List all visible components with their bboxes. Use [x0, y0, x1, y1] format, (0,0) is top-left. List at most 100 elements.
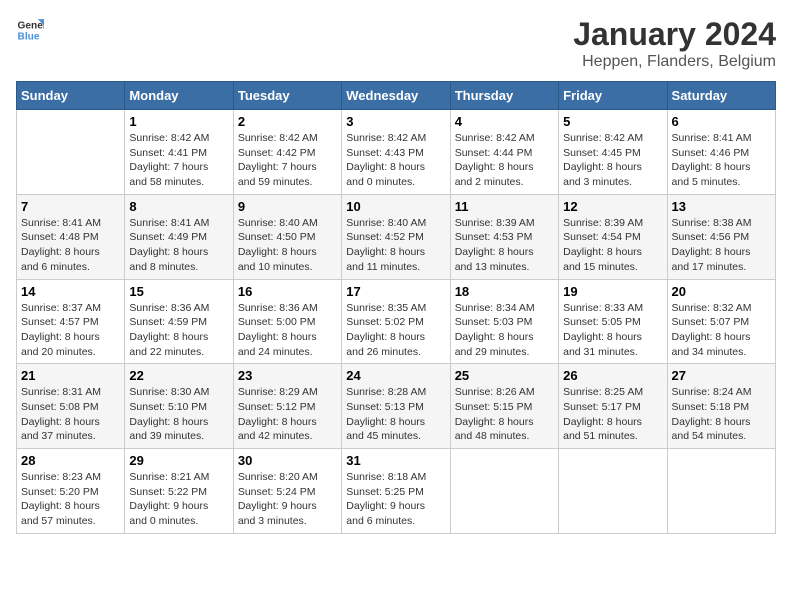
weekday-header-cell: Thursday	[450, 82, 558, 110]
day-number: 3	[346, 114, 445, 129]
weekday-header-cell: Tuesday	[233, 82, 341, 110]
day-number: 7	[21, 199, 120, 214]
calendar-cell: 8 Sunrise: 8:41 AM Sunset: 4:49 PM Daylig…	[125, 194, 233, 279]
weekday-header-cell: Saturday	[667, 82, 775, 110]
weekday-header-cell: Wednesday	[342, 82, 450, 110]
calendar-cell: 15Sunrise: 8:36 AM Sunset: 4:59 PM Dayli…	[125, 279, 233, 364]
day-number: 9	[238, 199, 337, 214]
day-number: 31	[346, 453, 445, 468]
day-number: 16	[238, 284, 337, 299]
calendar-cell: 5 Sunrise: 8:42 AM Sunset: 4:45 PM Daylig…	[559, 110, 667, 195]
calendar-cell: 17Sunrise: 8:35 AM Sunset: 5:02 PM Dayli…	[342, 279, 450, 364]
calendar-cell	[667, 449, 775, 534]
day-detail: Sunrise: 8:24 AM Sunset: 5:18 PM Dayligh…	[672, 385, 771, 444]
day-detail: Sunrise: 8:40 AM Sunset: 4:50 PM Dayligh…	[238, 216, 337, 275]
day-detail: Sunrise: 8:41 AM Sunset: 4:49 PM Dayligh…	[129, 216, 228, 275]
calendar-cell: 12 Sunrise: 8:39 AM Sunset: 4:54 PM Dayli…	[559, 194, 667, 279]
calendar-week-row: 7 Sunrise: 8:41 AM Sunset: 4:48 PM Daylig…	[17, 194, 776, 279]
calendar-cell: 9 Sunrise: 8:40 AM Sunset: 4:50 PM Daylig…	[233, 194, 341, 279]
day-number: 10	[346, 199, 445, 214]
calendar-cell: 27 Sunrise: 8:24 AM Sunset: 5:18 PM Dayli…	[667, 364, 775, 449]
day-number: 22	[129, 368, 228, 383]
calendar-cell: 18 Sunrise: 8:34 AM Sunset: 5:03 PM Dayli…	[450, 279, 558, 364]
day-number: 23	[238, 368, 337, 383]
day-detail: Sunrise: 8:34 AM Sunset: 5:03 PM Dayligh…	[455, 301, 554, 360]
logo-icon: General Blue	[16, 16, 44, 44]
day-detail: Sunrise: 8:29 AM Sunset: 5:12 PM Dayligh…	[238, 385, 337, 444]
day-number: 18	[455, 284, 554, 299]
calendar-cell: 23 Sunrise: 8:29 AM Sunset: 5:12 PM Dayli…	[233, 364, 341, 449]
day-number: 1	[129, 114, 228, 129]
day-detail: Sunrise: 8:25 AM Sunset: 5:17 PM Dayligh…	[563, 385, 662, 444]
day-detail: Sunrise: 8:39 AM Sunset: 4:53 PM Dayligh…	[455, 216, 554, 275]
day-detail: Sunrise: 8:42 AM Sunset: 4:45 PM Dayligh…	[563, 131, 662, 190]
day-detail: Sunrise: 8:42 AM Sunset: 4:42 PM Dayligh…	[238, 131, 337, 190]
day-detail: Sunrise: 8:40 AM Sunset: 4:52 PM Dayligh…	[346, 216, 445, 275]
day-detail: Sunrise: 8:18 AM Sunset: 5:25 PM Dayligh…	[346, 470, 445, 529]
calendar-cell: 30 Sunrise: 8:20 AM Sunset: 5:24 PM Dayli…	[233, 449, 341, 534]
calendar-cell: 19Sunrise: 8:33 AM Sunset: 5:05 PM Dayli…	[559, 279, 667, 364]
calendar-table: SundayMondayTuesdayWednesdayThursdayFrid…	[16, 81, 776, 534]
calendar-week-row: 21Sunrise: 8:31 AM Sunset: 5:08 PM Dayli…	[17, 364, 776, 449]
svg-text:General: General	[18, 20, 44, 31]
day-number: 25	[455, 368, 554, 383]
weekday-header-row: SundayMondayTuesdayWednesdayThursdayFrid…	[17, 82, 776, 110]
calendar-cell	[450, 449, 558, 534]
day-detail: Sunrise: 8:28 AM Sunset: 5:13 PM Dayligh…	[346, 385, 445, 444]
day-detail: Sunrise: 8:26 AM Sunset: 5:15 PM Dayligh…	[455, 385, 554, 444]
day-detail: Sunrise: 8:31 AM Sunset: 5:08 PM Dayligh…	[21, 385, 120, 444]
calendar-cell: 2 Sunrise: 8:42 AM Sunset: 4:42 PM Daylig…	[233, 110, 341, 195]
day-detail: Sunrise: 8:36 AM Sunset: 4:59 PM Dayligh…	[129, 301, 228, 360]
calendar-cell: 11Sunrise: 8:39 AM Sunset: 4:53 PM Dayli…	[450, 194, 558, 279]
calendar-cell: 6 Sunrise: 8:41 AM Sunset: 4:46 PM Daylig…	[667, 110, 775, 195]
calendar-week-row: 14 Sunrise: 8:37 AM Sunset: 4:57 PM Dayli…	[17, 279, 776, 364]
weekday-header-cell: Friday	[559, 82, 667, 110]
calendar-cell: 20 Sunrise: 8:32 AM Sunset: 5:07 PM Dayli…	[667, 279, 775, 364]
page-header: General Blue January 2024 Heppen, Flande…	[16, 16, 776, 71]
day-number: 5	[563, 114, 662, 129]
day-detail: Sunrise: 8:42 AM Sunset: 4:44 PM Dayligh…	[455, 131, 554, 190]
day-number: 19	[563, 284, 662, 299]
calendar-cell: 1 Sunrise: 8:42 AM Sunset: 4:41 PM Daylig…	[125, 110, 233, 195]
day-detail: Sunrise: 8:41 AM Sunset: 4:48 PM Dayligh…	[21, 216, 120, 275]
weekday-header-cell: Monday	[125, 82, 233, 110]
day-detail: Sunrise: 8:37 AM Sunset: 4:57 PM Dayligh…	[21, 301, 120, 360]
calendar-cell: 10 Sunrise: 8:40 AM Sunset: 4:52 PM Dayli…	[342, 194, 450, 279]
day-detail: Sunrise: 8:41 AM Sunset: 4:46 PM Dayligh…	[672, 131, 771, 190]
title-area: January 2024 Heppen, Flanders, Belgium	[573, 16, 776, 71]
day-number: 8	[129, 199, 228, 214]
day-number: 13	[672, 199, 771, 214]
calendar-cell: 3 Sunrise: 8:42 AM Sunset: 4:43 PM Daylig…	[342, 110, 450, 195]
day-detail: Sunrise: 8:20 AM Sunset: 5:24 PM Dayligh…	[238, 470, 337, 529]
logo: General Blue	[16, 16, 44, 44]
day-detail: Sunrise: 8:30 AM Sunset: 5:10 PM Dayligh…	[129, 385, 228, 444]
calendar-cell: 24 Sunrise: 8:28 AM Sunset: 5:13 PM Dayli…	[342, 364, 450, 449]
calendar-cell	[17, 110, 125, 195]
calendar-cell: 26Sunrise: 8:25 AM Sunset: 5:17 PM Dayli…	[559, 364, 667, 449]
day-detail: Sunrise: 8:21 AM Sunset: 5:22 PM Dayligh…	[129, 470, 228, 529]
calendar-week-row: 28Sunrise: 8:23 AM Sunset: 5:20 PM Dayli…	[17, 449, 776, 534]
calendar-title: January 2024	[573, 16, 776, 53]
calendar-cell: 16 Sunrise: 8:36 AM Sunset: 5:00 PM Dayli…	[233, 279, 341, 364]
calendar-cell: 7 Sunrise: 8:41 AM Sunset: 4:48 PM Daylig…	[17, 194, 125, 279]
day-number: 6	[672, 114, 771, 129]
calendar-cell	[559, 449, 667, 534]
day-detail: Sunrise: 8:42 AM Sunset: 4:43 PM Dayligh…	[346, 131, 445, 190]
day-detail: Sunrise: 8:35 AM Sunset: 5:02 PM Dayligh…	[346, 301, 445, 360]
day-number: 30	[238, 453, 337, 468]
calendar-cell: 21Sunrise: 8:31 AM Sunset: 5:08 PM Dayli…	[17, 364, 125, 449]
day-detail: Sunrise: 8:39 AM Sunset: 4:54 PM Dayligh…	[563, 216, 662, 275]
svg-text:Blue: Blue	[18, 31, 40, 42]
day-number: 2	[238, 114, 337, 129]
day-number: 20	[672, 284, 771, 299]
calendar-cell: 28Sunrise: 8:23 AM Sunset: 5:20 PM Dayli…	[17, 449, 125, 534]
day-number: 24	[346, 368, 445, 383]
day-number: 14	[21, 284, 120, 299]
day-number: 12	[563, 199, 662, 214]
day-detail: Sunrise: 8:36 AM Sunset: 5:00 PM Dayligh…	[238, 301, 337, 360]
calendar-cell: 4Sunrise: 8:42 AM Sunset: 4:44 PM Daylig…	[450, 110, 558, 195]
day-detail: Sunrise: 8:42 AM Sunset: 4:41 PM Dayligh…	[129, 131, 228, 190]
day-detail: Sunrise: 8:32 AM Sunset: 5:07 PM Dayligh…	[672, 301, 771, 360]
day-detail: Sunrise: 8:23 AM Sunset: 5:20 PM Dayligh…	[21, 470, 120, 529]
day-number: 27	[672, 368, 771, 383]
